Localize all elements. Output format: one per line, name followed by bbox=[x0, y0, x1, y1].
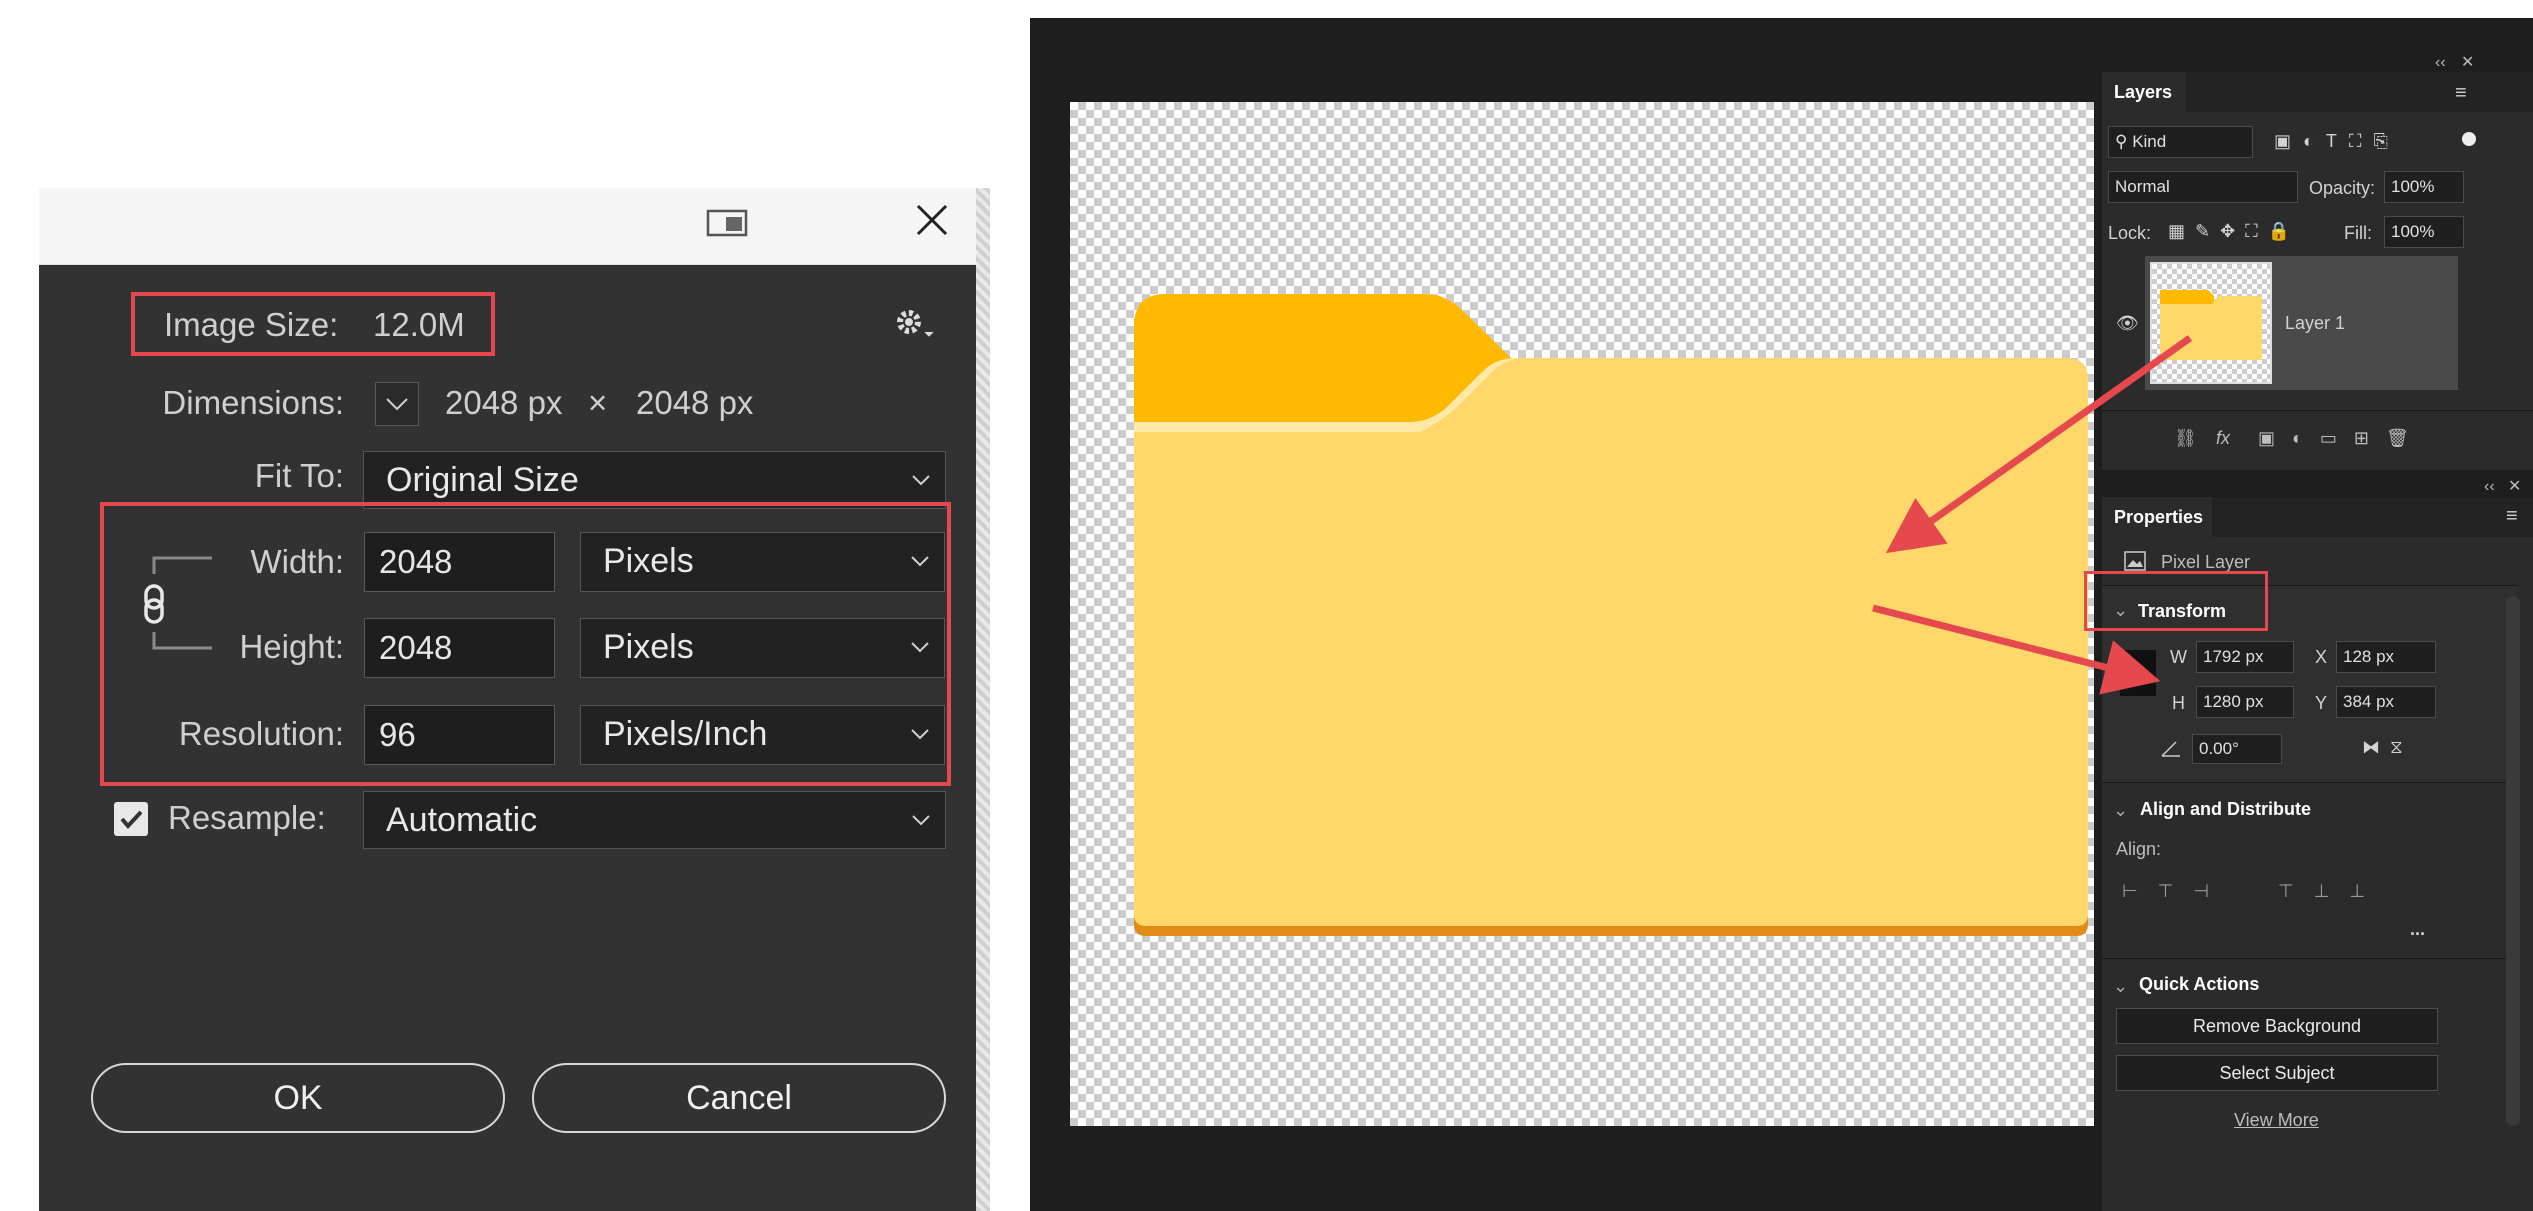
annotation-arrows bbox=[1872, 335, 2193, 695]
arrow-to-transform bbox=[1872, 604, 2161, 695]
arrow-to-folder bbox=[1885, 335, 2193, 554]
